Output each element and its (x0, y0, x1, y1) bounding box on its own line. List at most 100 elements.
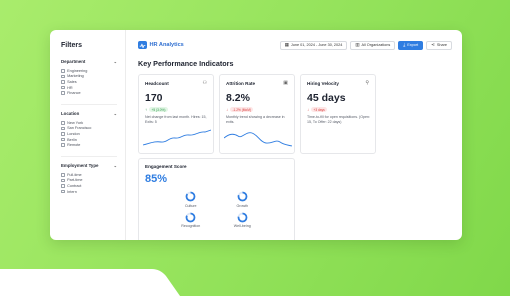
search-icon: ⚲ (365, 80, 369, 86)
date-range-button[interactable]: ▦ June 01, 2024 - June 30, 2024 (279, 40, 348, 50)
filter-option-remote[interactable]: Remote (61, 142, 117, 148)
option-label: Sales (67, 79, 77, 84)
well-being-gauge-ring (237, 212, 248, 222)
gauge-label: Well-being (233, 224, 251, 228)
checkbox[interactable] (61, 80, 65, 84)
brand[interactable]: HR Analytics (138, 40, 184, 50)
chevron-down-icon[interactable]: ⌄ (114, 59, 117, 64)
headcount-sparkline (143, 129, 211, 146)
checkbox[interactable] (61, 172, 65, 177)
checkbox[interactable] (61, 120, 65, 125)
engagement-gauges: Culture Growth Recognition Well-being (145, 191, 288, 228)
department-label: Department (61, 59, 86, 64)
engagement-value: 85% (145, 173, 168, 185)
gauge-culture[interactable]: Culture (165, 191, 217, 208)
gauge-well-being[interactable]: Well-being (217, 212, 269, 228)
checkbox[interactable] (61, 184, 65, 188)
card-value: 45 days (307, 92, 346, 104)
option-label: San Francisco (67, 126, 92, 131)
option-label: Remote (67, 143, 81, 148)
location-header[interactable]: Location ⌄ (61, 111, 117, 116)
building-icon: ▥ (355, 41, 360, 47)
growth-gauge-ring (237, 191, 248, 202)
checkbox[interactable] (61, 132, 65, 136)
checkbox[interactable] (61, 126, 65, 131)
change-badge: +3 days (311, 107, 328, 113)
export-button[interactable]: ⤓ Export (398, 40, 424, 50)
option-label: Part-time (67, 178, 83, 183)
divider (61, 155, 117, 157)
gauge-label: Growth (236, 203, 249, 208)
checkbox[interactable] (61, 143, 65, 147)
download-icon: ⤓ (403, 41, 406, 47)
hiring-velocity-card[interactable]: Hiring Velocity ⚲ 45 days ↓ +3 days Time… (300, 74, 376, 154)
checkbox[interactable] (61, 91, 65, 95)
divider (61, 103, 117, 105)
engagement-score-card[interactable]: Engagement Score 85% Culture Growth Reco… (138, 158, 295, 240)
card-description: Monthly trend showing a decrease in exit… (226, 115, 285, 125)
option-label: Full-time (67, 172, 82, 177)
option-label: Finance (67, 91, 81, 96)
employment-type-header[interactable]: Employment Type ⌄ (61, 163, 117, 168)
decorative-white-shape (0, 262, 510, 296)
organization-filter-button[interactable]: ▥ All Organizations (350, 40, 396, 50)
attrition-rate-card[interactable]: Attrition Rate ▣ 8.2% ↓ -1.2% (MoM) Mont… (219, 74, 295, 154)
option-label: HR (67, 85, 73, 90)
date-range-label: June 01, 2024 - June 30, 2024 (290, 43, 343, 47)
card-value: 8.2% (226, 92, 250, 104)
card-title: Headcount (145, 80, 169, 86)
card-description: Net change from last month. Hires: 15, E… (145, 115, 207, 125)
filters-title: Filters (61, 42, 83, 49)
option-label: Marketing (67, 74, 84, 79)
gauge-growth[interactable]: Growth (217, 191, 269, 208)
chevron-down-icon[interactable]: ⌄ (114, 163, 117, 168)
calendar-icon: ▣ (283, 80, 288, 86)
analytics-logo-icon (138, 40, 147, 50)
option-label: Intern (67, 189, 77, 194)
checkbox[interactable] (61, 85, 65, 90)
app-window: Filters Department ⌄ Engineering Marketi… (50, 30, 462, 240)
organization-filter-label: All Organizations (361, 43, 391, 47)
gauge-label: Recognition (181, 224, 201, 228)
trend-down-icon: ↓ (307, 107, 309, 113)
filter-option-intern[interactable]: Intern (61, 189, 117, 195)
share-icon: ⋖ (431, 41, 435, 47)
filters-sidebar: Filters Department ⌄ Engineering Marketi… (50, 30, 126, 240)
section-title: Key Performance Indicators (138, 59, 234, 68)
card-title: Engagement Score (145, 164, 187, 169)
change-badge: -1.2% (MoM) (230, 107, 254, 113)
checkbox[interactable] (61, 189, 65, 194)
share-button[interactable]: ⋖ Share (426, 40, 452, 50)
option-label: London (67, 131, 80, 136)
users-icon: ⚇ (202, 80, 207, 86)
employment-type-label: Employment Type (61, 162, 99, 168)
filter-option-finance[interactable]: Finance (61, 90, 117, 96)
top-bar: HR Analytics ▦ June 01, 2024 - June 30, … (138, 39, 452, 51)
headcount-card[interactable]: Headcount ⚇ 170 ↑ +5 (3.0%) Net change f… (138, 74, 214, 154)
calendar-icon: ▦ (284, 41, 289, 47)
chevron-down-icon[interactable]: ⌄ (114, 111, 117, 116)
recognition-gauge-ring (185, 212, 196, 222)
card-title: Hiring Velocity (307, 80, 339, 86)
option-label: Berlin (67, 137, 77, 142)
filter-group-department: Department ⌄ Engineering Marketing Sales… (61, 59, 117, 96)
trend-up-icon: ↑ (145, 107, 147, 113)
change-badge: +5 (3.0%) (149, 107, 168, 113)
gauge-recognition[interactable]: Recognition (165, 212, 217, 228)
option-label: Engineering (67, 68, 88, 73)
checkbox[interactable] (61, 178, 65, 183)
filter-group-employment-type: Employment Type ⌄ Full-time Part-time Co… (61, 163, 117, 194)
department-header[interactable]: Department ⌄ (61, 59, 117, 64)
kpi-cards: Headcount ⚇ 170 ↑ +5 (3.0%) Net change f… (138, 74, 452, 154)
card-title: Attrition Rate (226, 80, 256, 86)
checkbox[interactable] (61, 137, 65, 142)
app-name: HR Analytics (149, 42, 184, 48)
option-label: Contract (67, 183, 82, 188)
attrition-sparkline (224, 132, 292, 147)
card-value: 170 (145, 92, 163, 104)
filter-group-location: Location ⌄ New York San Francisco London… (61, 111, 117, 148)
header-actions: ▦ June 01, 2024 - June 30, 2024 ▥ All Or… (279, 40, 452, 50)
option-label: New York (67, 120, 84, 125)
checkbox[interactable] (61, 74, 65, 79)
checkbox[interactable] (61, 69, 65, 73)
